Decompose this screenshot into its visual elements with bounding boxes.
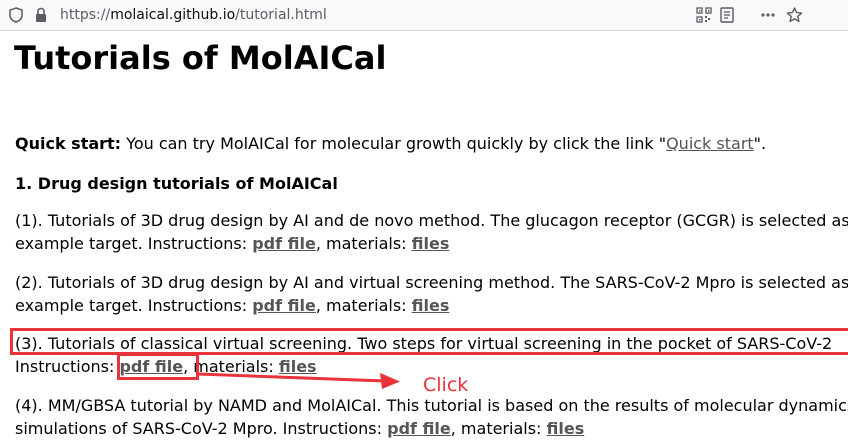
reader-view-icon[interactable] (720, 7, 734, 23)
page-title: Tutorials of MolAICal (14, 39, 387, 77)
tutorial-item-2-line1: (2). Tutorials of 3D drug design by AI a… (15, 273, 848, 292)
files-link-4[interactable]: files (547, 419, 585, 438)
tutorial-item-4-line2: simulations of SARS-CoV-2 Mpro. Instruct… (15, 419, 584, 439)
tutorial-item-2-line2: example target. Instructions: pdf file, … (15, 296, 449, 316)
pdf-file-link-1[interactable]: pdf file (252, 234, 316, 253)
files-link-2[interactable]: files (412, 296, 450, 315)
tutorial-item-4-line1: (4). MM/GBSA tutorial by NAMD and MolAIC… (15, 396, 848, 415)
lock-icon[interactable] (35, 7, 47, 23)
materials-label: , materials: (450, 419, 547, 438)
shield-icon[interactable] (9, 7, 23, 23)
quick-start-label: Quick start: (15, 134, 122, 153)
pdf-file-link-2[interactable]: pdf file (252, 296, 316, 315)
bookmark-star-icon[interactable] (786, 7, 803, 23)
instructions-label: Instructions: (15, 357, 120, 376)
url-domain: molaical.github.io (110, 7, 236, 23)
highlight-box-pdf-link (117, 353, 199, 380)
browser-toolbar: https://molaical.github.io/tutorial.html (0, 0, 848, 31)
section-heading-drug-design: 1. Drug design tutorials of MolAICal (15, 174, 338, 193)
quick-start-end: ". (753, 134, 767, 153)
url-path: /tutorial.html (235, 7, 327, 23)
click-annotation-label: Click (423, 374, 469, 396)
url-bar[interactable]: https://molaical.github.io/tutorial.html (60, 6, 327, 24)
qr-code-icon[interactable] (696, 7, 712, 23)
instructions-label: simulations of SARS-CoV-2 Mpro. Instruct… (15, 419, 388, 438)
tutorial-item-1-line2: example target. Instructions: pdf file, … (15, 234, 449, 254)
instructions-label: example target. Instructions: (15, 234, 253, 253)
tutorial-item-1-line1: (1). Tutorials of 3D drug design by AI a… (15, 211, 848, 230)
files-link-1[interactable]: files (412, 234, 450, 253)
more-actions-icon[interactable] (760, 7, 776, 23)
materials-label: , materials: (315, 296, 412, 315)
instructions-label: example target. Instructions: (15, 296, 253, 315)
pdf-file-link-4[interactable]: pdf file (387, 419, 451, 438)
url-prefix: https:// (60, 7, 111, 23)
quick-start-paragraph: Quick start: You can try MolAICal for mo… (15, 134, 766, 154)
quick-start-link[interactable]: Quick start (666, 134, 754, 153)
highlight-box-item-3 (10, 328, 848, 355)
quick-start-text: You can try MolAICal for molecular growt… (121, 134, 667, 153)
arrow-right-icon (197, 372, 400, 389)
materials-label: , materials: (315, 234, 412, 253)
